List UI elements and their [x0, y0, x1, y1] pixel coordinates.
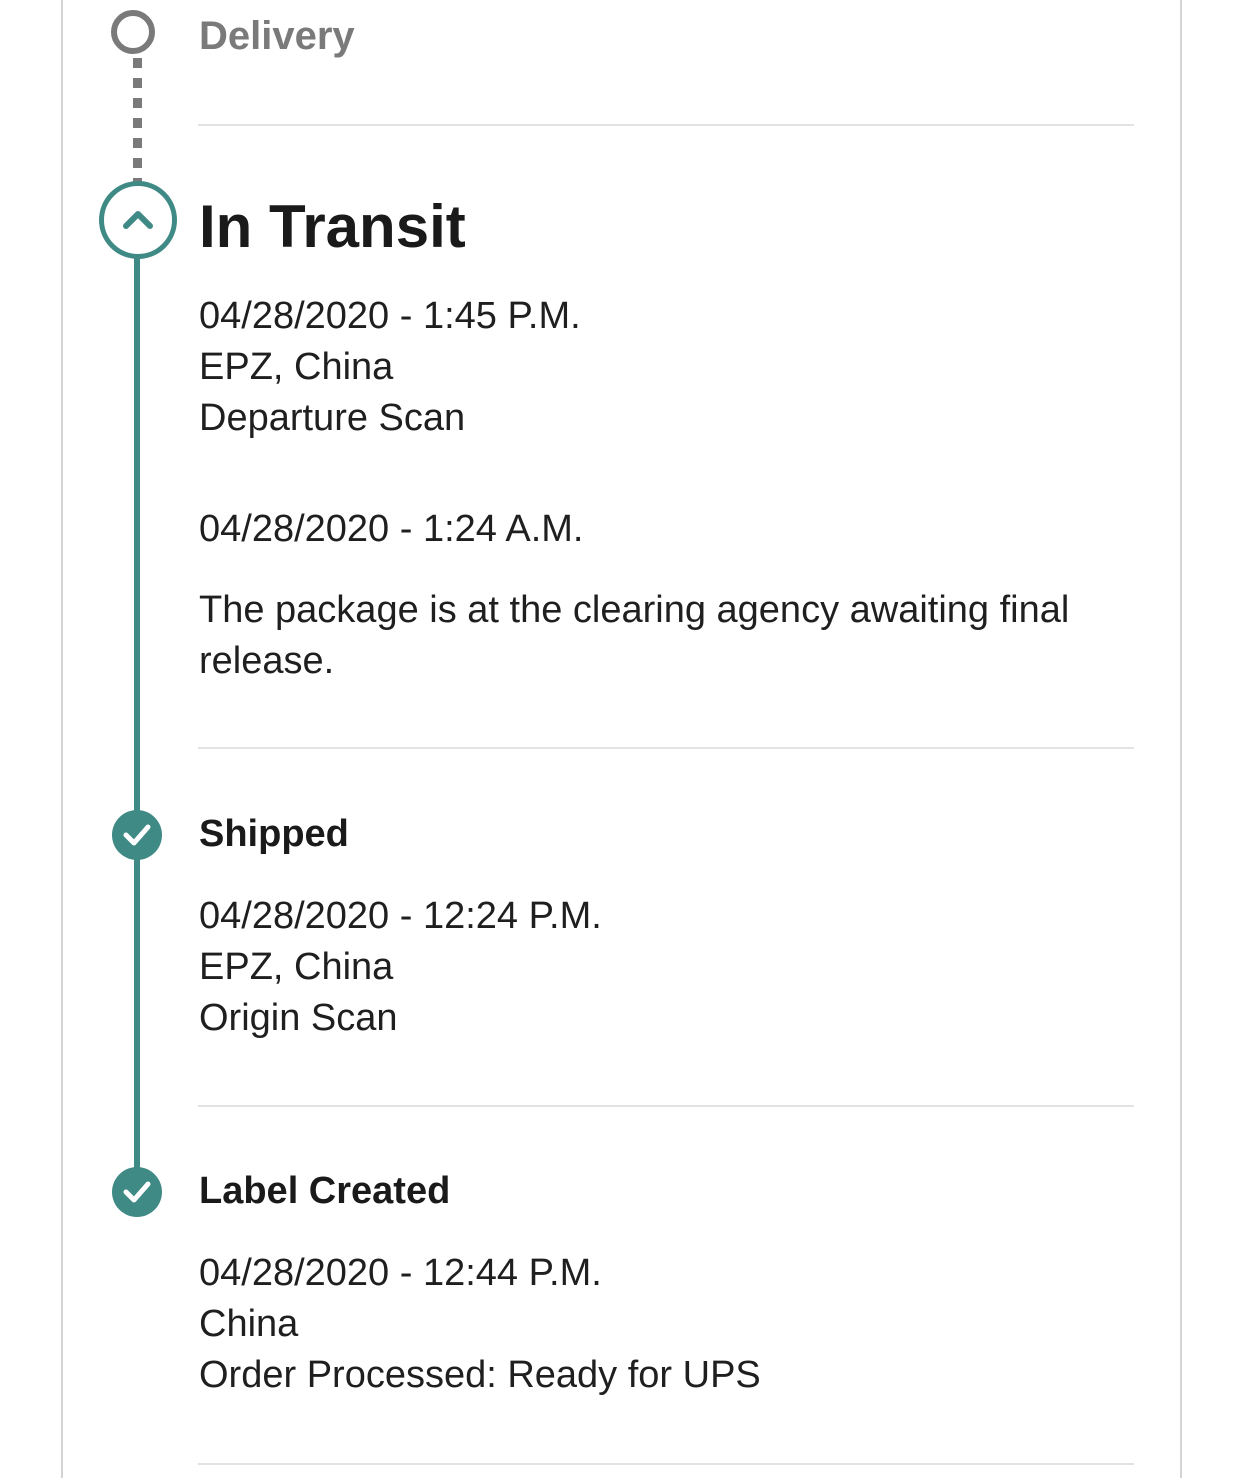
step-shipped-title: Shipped: [199, 813, 349, 855]
divider: [198, 1105, 1134, 1107]
collapse-step-button[interactable]: [99, 181, 177, 259]
event-datetime: 04/28/2020 - 12:24 P.M.: [199, 895, 602, 937]
divider: [198, 1463, 1134, 1465]
event-location: EPZ, China: [199, 946, 394, 988]
step-in-transit-title: In Transit: [199, 193, 466, 260]
step-complete-badge: [112, 810, 162, 860]
completed-track-line: [134, 255, 140, 1195]
divider: [198, 124, 1134, 126]
event-datetime: 04/28/2020 - 1:45 P.M.: [199, 295, 581, 337]
step-complete-badge: [112, 1167, 162, 1217]
event-location: EPZ, China: [199, 346, 394, 388]
chevron-up-icon: [123, 211, 153, 229]
empty-circle-icon: [111, 10, 155, 54]
step-delivery-label: Delivery: [199, 14, 355, 58]
event-activity: Order Processed: Ready for UPS: [199, 1354, 761, 1396]
event-activity: Departure Scan: [199, 397, 466, 439]
divider: [198, 747, 1134, 749]
event-datetime: 04/28/2020 - 12:44 P.M.: [199, 1252, 602, 1294]
pending-track-line: [133, 58, 142, 186]
event-location: China: [199, 1303, 299, 1345]
check-icon: [123, 824, 151, 846]
event-activity: The package is at the clearing agency aw…: [199, 589, 1070, 682]
step-label-created-title: Label Created: [199, 1170, 451, 1212]
event-activity: Origin Scan: [199, 997, 398, 1039]
event-datetime: 04/28/2020 - 1:24 A.M.: [199, 508, 584, 550]
check-icon: [123, 1181, 151, 1203]
